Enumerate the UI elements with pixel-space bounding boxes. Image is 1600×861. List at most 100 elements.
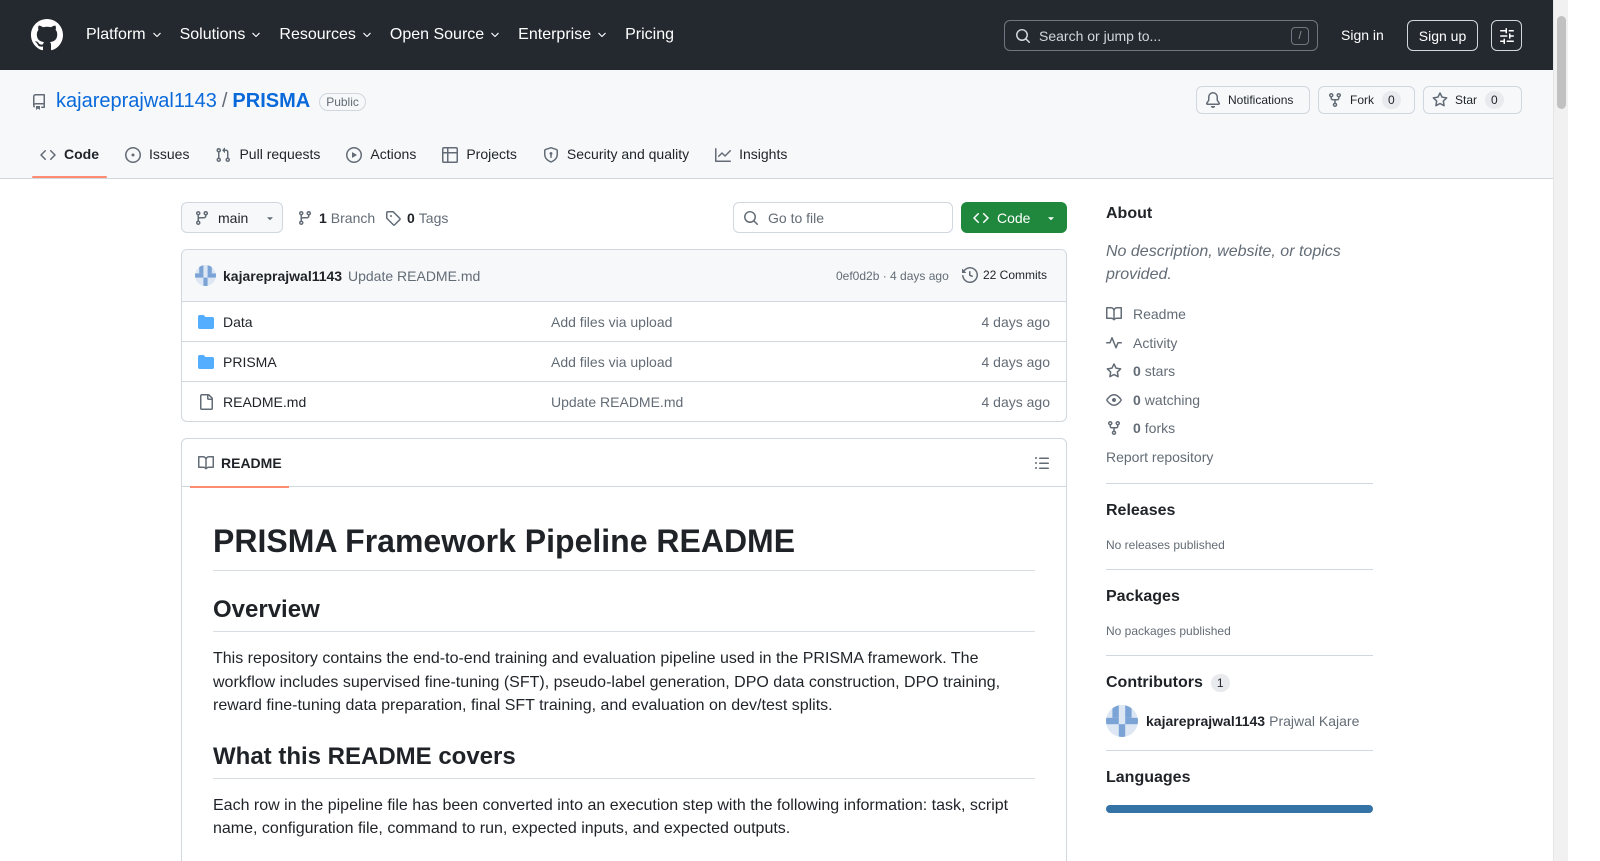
sliders-icon	[1499, 27, 1514, 44]
forks-link[interactable]: 0 forks	[1106, 414, 1373, 443]
identicon-icon	[195, 265, 216, 286]
commit-author-link[interactable]: kajareprajwal1143	[223, 268, 342, 284]
watching-link[interactable]: 0 watching	[1106, 386, 1373, 415]
contributors-title-label: Contributors	[1106, 674, 1203, 691]
shield-icon	[543, 147, 558, 163]
sign-up-button[interactable]: Sign up	[1407, 20, 1478, 51]
readme-link-label: Readme	[1133, 306, 1186, 323]
star-button[interactable]: Star 0	[1423, 86, 1522, 114]
stars-label: stars	[1144, 363, 1176, 380]
latest-commit-row: kajareprajwal1143 Update README.md 0ef0d…	[182, 250, 1066, 302]
nav-resources[interactable]: Resources	[279, 26, 372, 44]
activity-link-label: Activity	[1133, 334, 1178, 351]
releases-title[interactable]: Releases	[1106, 502, 1373, 520]
global-nav: Platform Solutions Resources Open Source…	[86, 0, 691, 70]
tab-issues[interactable]: Issues	[117, 140, 197, 178]
file-commit-message[interactable]: Add files via upload	[551, 314, 672, 330]
tab-label: Insights	[739, 146, 788, 162]
commit-message-link[interactable]: Update README.md	[348, 268, 480, 284]
sign-in-link[interactable]: Sign in	[1341, 27, 1384, 43]
commit-hash-and-time[interactable]: 0ef0d2b · 4 days ago	[836, 269, 949, 283]
contributors-title[interactable]: Contributors 1	[1106, 674, 1373, 692]
tab-label: Security and quality	[566, 146, 690, 162]
notifications-button[interactable]: Notifications	[1196, 86, 1310, 114]
file-commit-message[interactable]: Update README.md	[551, 394, 683, 410]
nav-platform[interactable]: Platform	[86, 26, 163, 44]
readme-link[interactable]: Readme	[1106, 300, 1373, 329]
contributor-login[interactable]: kajareprajwal1143	[1146, 713, 1265, 729]
readme-tab[interactable]: README	[190, 439, 289, 488]
sidebar-divider	[1106, 750, 1373, 751]
global-search-input[interactable]: Search or jump to... /	[1004, 20, 1318, 51]
fork-count: 0	[1382, 91, 1401, 109]
file-name-link[interactable]: PRISMA	[223, 354, 277, 370]
tags-link[interactable]: 0 Tags	[385, 210, 448, 226]
nav-label: Resources	[279, 26, 356, 43]
list-unordered-icon[interactable]	[1034, 455, 1050, 471]
tag-count: 0	[407, 210, 415, 226]
branch-selector-button[interactable]: main	[181, 202, 283, 233]
file-icon	[200, 394, 213, 410]
code-icon	[40, 149, 56, 161]
readme-paragraph-overview: This repository contains the end-to-end …	[213, 650, 1001, 715]
nav-enterprise[interactable]: Enterprise	[518, 26, 608, 44]
sidebar-divider	[1106, 569, 1373, 570]
tab-actions[interactable]: Actions	[338, 140, 424, 178]
file-row[interactable]: PRISMA Add files via upload 4 days ago	[182, 342, 1066, 382]
report-repository-link[interactable]: Report repository	[1106, 443, 1373, 472]
file-name-link[interactable]: Data	[223, 314, 253, 330]
releases-empty-text: No releases published	[1106, 538, 1225, 552]
repo-sidebar: About No description, website, or topics…	[1106, 200, 1373, 813]
branches-link[interactable]: 1 Branch	[297, 210, 375, 226]
nav-pricing[interactable]: Pricing	[625, 26, 674, 44]
github-logo-icon[interactable]	[31, 19, 63, 51]
avatar[interactable]	[1106, 705, 1138, 737]
branch-icon	[298, 211, 311, 226]
file-age: 4 days ago	[981, 354, 1051, 370]
contributor-item[interactable]: kajareprajwal1143 Prajwal Kajare	[1106, 705, 1373, 737]
tag-label: Tags	[418, 210, 449, 226]
packages-title[interactable]: Packages	[1106, 588, 1373, 606]
go-to-file-input[interactable]: Go to file	[733, 202, 953, 233]
file-name-link[interactable]: README.md	[223, 394, 306, 410]
scrollbar-thumb[interactable]	[1557, 16, 1566, 109]
nav-open-source[interactable]: Open Source	[390, 26, 501, 44]
chevron-down-icon	[252, 32, 261, 38]
tab-code[interactable]: Code	[32, 140, 107, 178]
stars-link[interactable]: 0 stars	[1106, 357, 1373, 386]
book-icon	[198, 455, 214, 470]
repo-owner-link[interactable]: kajareprajwal1143	[56, 90, 217, 113]
go-to-file-placeholder: Go to file	[768, 209, 825, 226]
packages-empty-text: No packages published	[1106, 624, 1231, 638]
chevron-down-icon	[363, 32, 371, 38]
repo-name-link[interactable]: PRISMA	[232, 90, 310, 113]
notifications-label: Notifications	[1228, 93, 1294, 107]
activity-link[interactable]: Activity	[1106, 329, 1373, 358]
fork-button[interactable]: Fork 0	[1318, 86, 1415, 114]
tab-security[interactable]: Security and quality	[535, 140, 697, 178]
tab-label: Issues	[149, 146, 190, 162]
global-header: Platform Solutions Resources Open Source…	[0, 0, 1553, 70]
options-menu-button[interactable]	[1491, 20, 1522, 51]
tab-insights[interactable]: Insights	[707, 140, 795, 178]
languages-title: Languages	[1106, 769, 1191, 786]
file-row[interactable]: Data Add files via upload 4 days ago	[182, 302, 1066, 342]
file-row[interactable]: README.md Update README.md 4 days ago	[182, 382, 1066, 421]
avatar[interactable]	[195, 265, 216, 286]
contributors-count: 1	[1210, 674, 1230, 692]
tab-label: Pull requests	[239, 146, 321, 162]
commits-history-link[interactable]: 22 Commits	[962, 267, 1047, 283]
nav-solutions[interactable]: Solutions	[180, 26, 263, 44]
tab-pull-requests[interactable]: Pull requests	[207, 140, 328, 178]
nav-label: Open Source	[389, 26, 485, 43]
file-commit-message[interactable]: Add files via upload	[551, 354, 672, 370]
code-dropdown-button[interactable]: Code	[961, 202, 1067, 233]
forks-label: forks	[1144, 420, 1176, 437]
search-icon	[1016, 28, 1031, 43]
contributor-name: Prajwal Kajare	[1269, 713, 1360, 729]
language-bar	[1106, 805, 1373, 813]
branch-icon	[195, 210, 208, 225]
page-scrollbar[interactable]	[1553, 0, 1568, 861]
tab-projects[interactable]: Projects	[434, 140, 525, 178]
readme-tab-label: README	[221, 455, 282, 471]
